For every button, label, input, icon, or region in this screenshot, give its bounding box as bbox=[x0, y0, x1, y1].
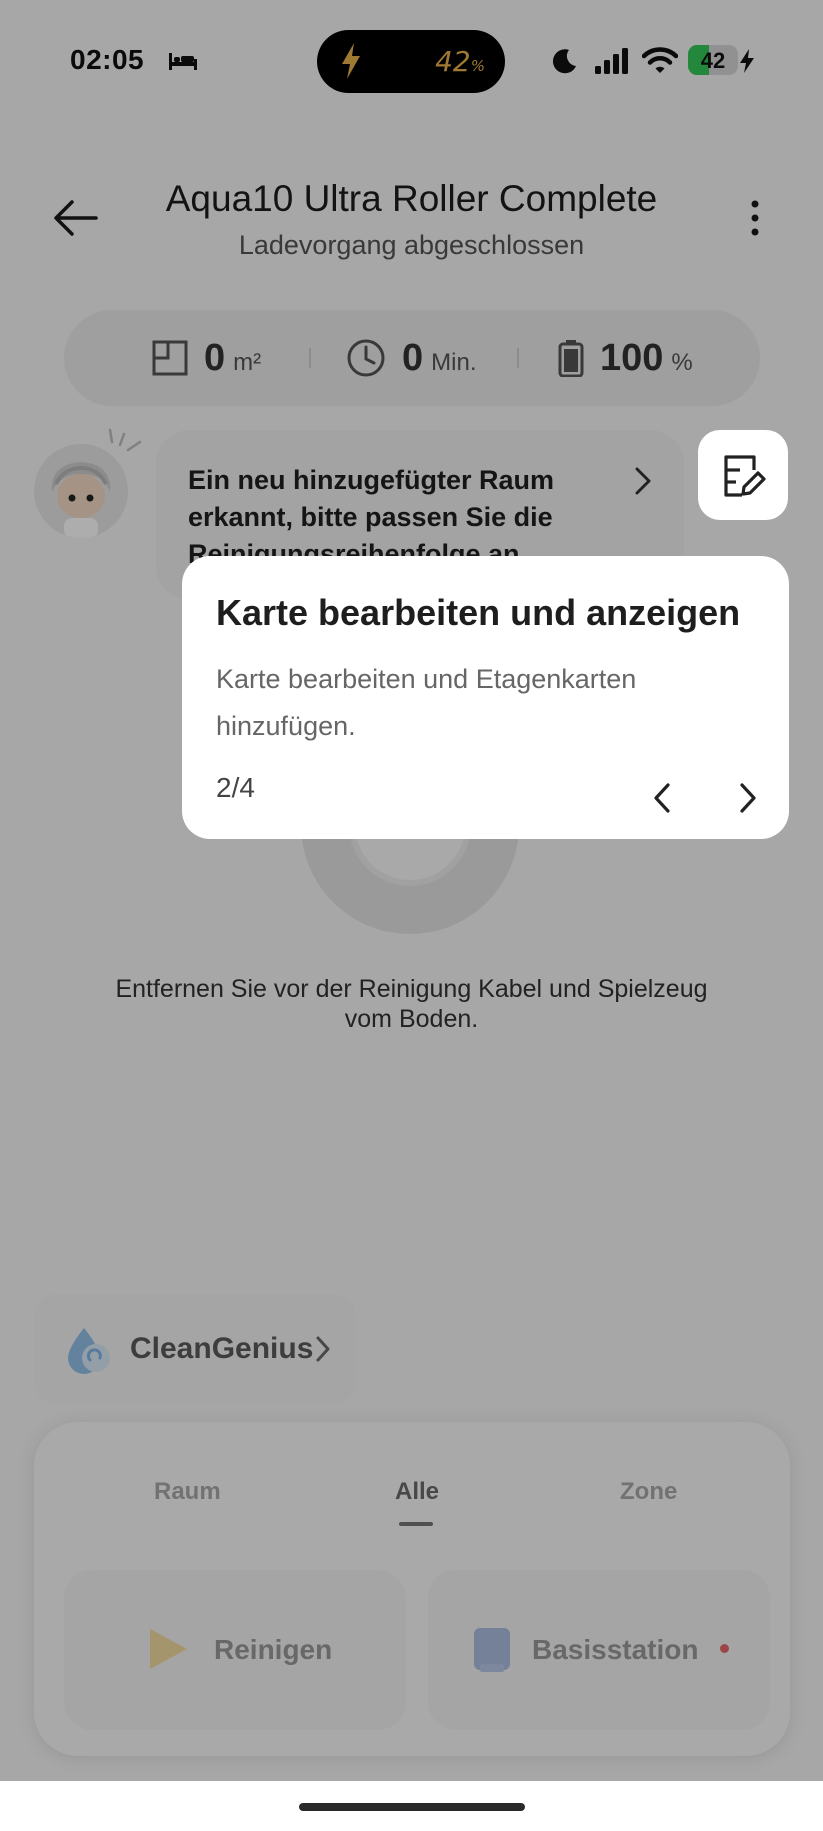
map-edit-icon bbox=[724, 455, 766, 497]
home-indicator[interactable] bbox=[299, 1803, 525, 1811]
onboarding-tooltip: Karte bearbeiten und anzeigen Karte bear… bbox=[182, 556, 789, 839]
tooltip-step-counter: 2/4 bbox=[216, 772, 255, 803]
chevron-left-icon[interactable] bbox=[648, 778, 678, 818]
tooltip-body: Karte bearbeiten und Etagenkarten hinzuf… bbox=[216, 664, 637, 741]
onboarding-overlay[interactable] bbox=[0, 0, 823, 1781]
edit-map-button[interactable] bbox=[698, 430, 788, 520]
chevron-right-icon[interactable] bbox=[732, 778, 762, 818]
tooltip-title: Karte bearbeiten und anzeigen bbox=[216, 592, 741, 633]
